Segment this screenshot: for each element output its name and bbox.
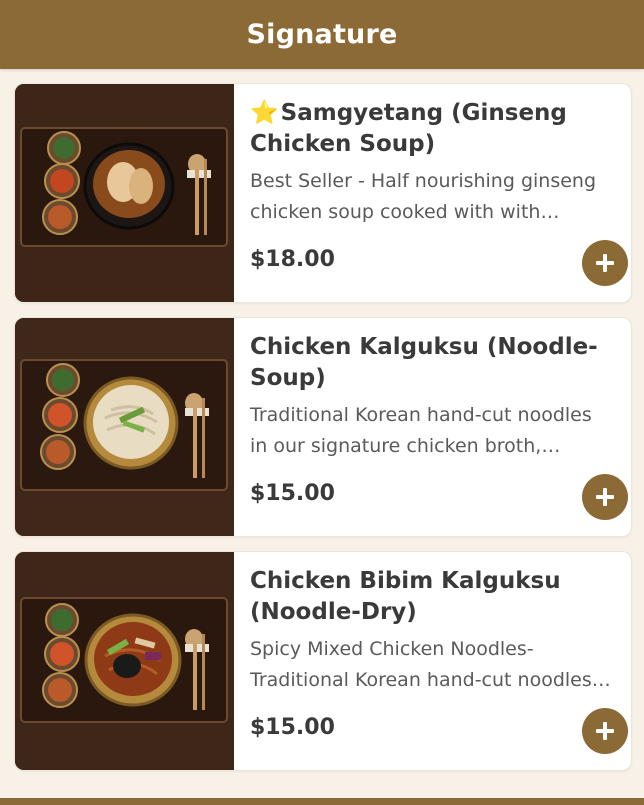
app-header: Signature (0, 0, 644, 69)
item-description-line-1: Best Seller - Half nourishing ginseng (250, 170, 597, 192)
add-to-cart-button[interactable] (582, 708, 628, 754)
page-title: Signature (246, 19, 398, 50)
menu-item-card[interactable]: Chicken Bibim Kalguksu (Noodle-Dry) Spic… (14, 551, 632, 771)
menu-item-image (15, 552, 234, 770)
menu-item-image (15, 84, 234, 302)
footer-bar (0, 798, 644, 805)
menu-item-card[interactable]: Chicken Kalguksu (Noodle-Soup) Tradition… (14, 317, 632, 537)
add-to-cart-button[interactable] (582, 240, 628, 286)
plus-icon (596, 488, 614, 506)
plus-icon (596, 722, 614, 740)
item-description-line-2: in our signature chicken broth,… (250, 435, 561, 457)
item-title-text: Samgyetang (Ginseng Chicken Soup) (250, 100, 567, 157)
plus-icon (596, 254, 614, 272)
item-description-line-2: chicken soup cooked with with… (250, 201, 560, 223)
item-title: Chicken Bibim Kalguksu (Noodle-Dry) (250, 568, 561, 625)
item-price: $15.00 (250, 715, 335, 740)
item-description-line-1: Traditional Korean hand-cut noodles (250, 404, 592, 426)
item-price: $18.00 (250, 247, 335, 272)
noodle-bowl-icon (15, 318, 234, 536)
menu-item-image (15, 318, 234, 536)
item-description: Traditional Korean hand-cut noodles in o… (250, 400, 612, 462)
add-to-cart-button[interactable] (582, 474, 628, 520)
item-description: Spicy Mixed Chicken Noodles- Traditional… (250, 634, 612, 696)
item-description-line-2: Traditional Korean hand-cut noodles… (250, 669, 611, 691)
noodle-bowl-icon (15, 552, 234, 770)
item-title: ⭐Samgyetang (Ginseng Chicken Soup) (250, 98, 618, 160)
soup-bowl-icon (15, 84, 234, 302)
item-description-line-1: Spicy Mixed Chicken Noodles- (250, 638, 534, 660)
item-price: $15.00 (250, 481, 335, 506)
menu-item-card[interactable]: ⭐Samgyetang (Ginseng Chicken Soup) Best … (14, 83, 632, 303)
item-title: Chicken Kalguksu (Noodle-Soup) (250, 334, 598, 391)
item-description: Best Seller - Half nourishing ginseng ch… (250, 166, 612, 228)
star-icon: ⭐ (250, 100, 279, 126)
